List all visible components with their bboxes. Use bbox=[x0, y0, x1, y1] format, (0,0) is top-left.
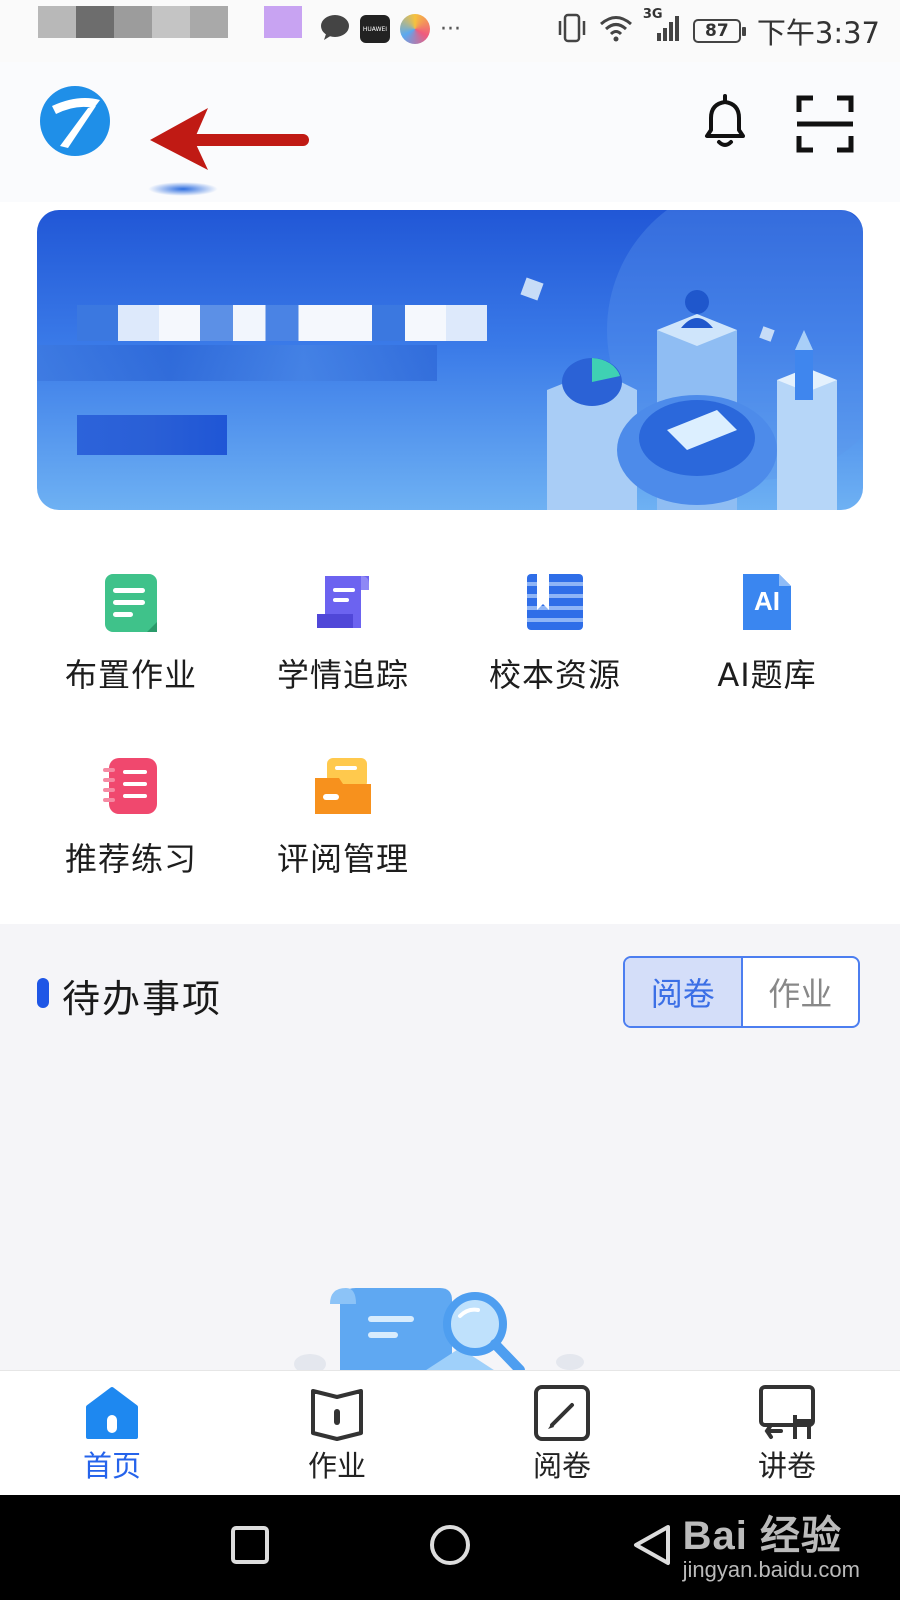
red-annotation-arrow-icon bbox=[148, 104, 313, 178]
quick-action-label: AI题库 bbox=[717, 656, 817, 694]
notification-icons: HUAWEI ··· bbox=[320, 14, 461, 44]
ai-question-bank-icon: AI bbox=[735, 570, 799, 634]
school-resources-icon bbox=[523, 570, 587, 634]
todo-title: 待办事项 bbox=[62, 977, 223, 1021]
empty-state-illustration bbox=[290, 1274, 610, 1378]
tab-grading[interactable]: 阅卷 bbox=[625, 958, 743, 1026]
nav-label: 阅卷 bbox=[532, 1449, 591, 1483]
blurred-app-icon bbox=[264, 6, 302, 38]
notification-bell-button[interactable] bbox=[695, 92, 755, 152]
assign-homework-icon bbox=[99, 570, 163, 634]
nav-label: 首页 bbox=[82, 1449, 141, 1483]
battery-indicator: 87 bbox=[692, 19, 746, 43]
bottom-navigation: 首页 作业 阅卷 讲卷 bbox=[0, 1370, 900, 1495]
quick-actions-panel-row2: 推荐练习 评阅管理 bbox=[25, 742, 449, 888]
nav-homework[interactable]: 作业 bbox=[277, 1385, 397, 1485]
logo-glow bbox=[148, 182, 218, 196]
nav-home[interactable]: 首页 bbox=[52, 1385, 172, 1485]
scan-icon bbox=[796, 95, 854, 153]
status-bar: HUAWEI ··· 3G 87 下午3:37 bbox=[0, 0, 900, 62]
quick-action-label: 校本资源 bbox=[488, 656, 621, 694]
nav-label: 作业 bbox=[307, 1449, 366, 1483]
todo-tab-switch: 阅卷 作业 bbox=[623, 956, 860, 1028]
quick-action-school-resources[interactable]: 校本资源 bbox=[449, 558, 661, 698]
cellular-signal-icon: 3G bbox=[643, 7, 683, 50]
quick-actions-panel: 布置作业 学情追踪 校本资源 AI AI题库 bbox=[25, 558, 875, 704]
wifi-icon bbox=[599, 14, 633, 49]
status-indicators: 3G 87 下午3:37 bbox=[555, 7, 880, 52]
promo-banner[interactable] bbox=[37, 210, 863, 510]
quick-action-label: 推荐练习 bbox=[64, 840, 197, 878]
home-system-button[interactable] bbox=[428, 1523, 472, 1571]
quick-action-label: 布置作业 bbox=[64, 656, 197, 694]
quick-action-ai-question-bank[interactable]: AI AI题库 bbox=[661, 558, 873, 698]
blurred-banner-button bbox=[77, 415, 227, 455]
scan-button[interactable] bbox=[795, 94, 855, 154]
tab-homework[interactable]: 作业 bbox=[743, 958, 859, 1026]
recommended-practice-icon bbox=[99, 754, 163, 818]
nav-grading[interactable]: 阅卷 bbox=[502, 1385, 622, 1485]
back-triangle-icon bbox=[634, 1525, 670, 1565]
blurred-banner-subtext bbox=[37, 345, 437, 381]
quick-action-assign-homework[interactable]: 布置作业 bbox=[25, 558, 237, 698]
section-marker bbox=[37, 978, 49, 1008]
baidu-watermark: Bai 经验 jingyan.baidu.com bbox=[682, 1514, 860, 1582]
system-navigation-bar: Bai 经验 jingyan.baidu.com bbox=[0, 1495, 900, 1600]
bell-icon bbox=[705, 94, 745, 147]
learning-tracking-icon bbox=[311, 570, 375, 634]
colorful-app-icon bbox=[400, 14, 430, 44]
clock: 下午3:37 bbox=[756, 16, 880, 50]
homework-icon bbox=[307, 1385, 367, 1441]
quick-action-review-management[interactable]: 评阅管理 bbox=[237, 742, 449, 882]
app-header bbox=[0, 62, 900, 202]
nav-label: 讲卷 bbox=[757, 1449, 816, 1483]
chat-bubble-icon bbox=[320, 14, 350, 44]
quick-action-recommended-practice[interactable]: 推荐练习 bbox=[25, 742, 237, 882]
lecture-icon bbox=[757, 1385, 817, 1441]
square-icon bbox=[231, 1526, 269, 1564]
home-icon bbox=[82, 1385, 142, 1441]
circle-icon bbox=[430, 1525, 470, 1565]
vibrate-icon bbox=[555, 13, 589, 50]
grading-icon bbox=[532, 1385, 592, 1441]
huawei-app-icon: HUAWEI bbox=[360, 15, 390, 43]
more-notifications-icon: ··· bbox=[440, 16, 461, 42]
quick-action-learning-tracking[interactable]: 学情追踪 bbox=[237, 558, 449, 698]
review-management-icon bbox=[311, 754, 375, 818]
quick-action-label: 评阅管理 bbox=[276, 840, 409, 878]
blurred-banner-text bbox=[77, 305, 487, 341]
blurred-notification-area bbox=[38, 6, 228, 38]
todo-section: 待办事项 阅卷 作业 bbox=[0, 924, 900, 1375]
app-logo-icon[interactable] bbox=[38, 84, 112, 158]
quick-action-label: 学情追踪 bbox=[276, 656, 409, 694]
recent-apps-button[interactable] bbox=[230, 1525, 270, 1569]
back-button[interactable] bbox=[630, 1523, 674, 1571]
nav-lecture[interactable]: 讲卷 bbox=[727, 1385, 847, 1485]
